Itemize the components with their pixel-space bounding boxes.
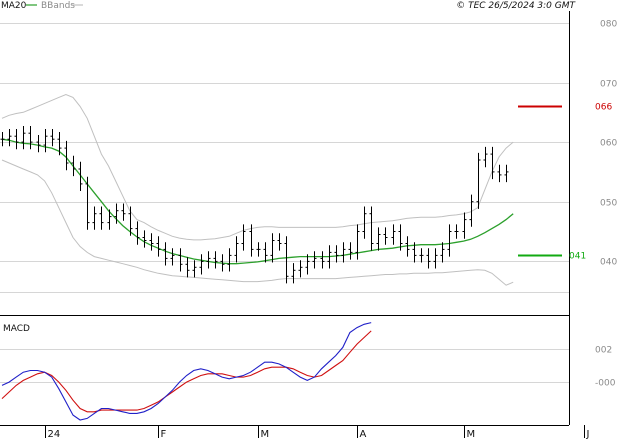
- macd-y-ticks: 002 -000: [595, 346, 616, 389]
- stock-chart: 080 070 060 050 040 002 -000 24 F M A M J 066 041 M…: [0, 1, 617, 440]
- macd-series-group: [1, 322, 372, 421]
- macd-label: MACD: [3, 324, 30, 334]
- x-tick-label: 24: [48, 429, 61, 440]
- bbands-legend-label: BBands: [41, 1, 75, 11]
- price-y-tick-label: 050: [600, 199, 617, 209]
- x-tick-label: A: [360, 429, 367, 440]
- resistance-label: 066: [595, 103, 612, 113]
- x-axis-ticks: 24 F M A M J: [45, 425, 590, 440]
- bbands-upper-line: [1, 93, 514, 241]
- copyright-text: © TEC 26/5/2024 3:0 GMT: [456, 1, 576, 11]
- macd-y-tick-label: 002: [595, 346, 612, 356]
- price-grid: [0, 23, 569, 293]
- level-lines: 066 041: [518, 103, 612, 262]
- price-y-tick-label: 070: [600, 80, 617, 90]
- price-y-tick-label: 040: [600, 258, 617, 268]
- price-series-group: [0, 93, 514, 286]
- macd-signal-line: [1, 330, 372, 413]
- support-label: 041: [569, 252, 586, 262]
- x-tick-label: M: [467, 429, 476, 440]
- bbands-lower-line: [1, 159, 514, 286]
- ma-legend-label: MA20: [1, 1, 27, 11]
- price-y-ticks: 080 070 060 050 040: [600, 20, 617, 268]
- price-y-tick-label: 080: [600, 20, 617, 30]
- x-tick-label: J: [586, 429, 590, 440]
- price-y-tick-label: 060: [600, 139, 617, 149]
- x-tick-label: F: [161, 429, 167, 440]
- x-tick-label: M: [261, 429, 270, 440]
- macd-line: [1, 322, 372, 421]
- macd-y-tick-label: -000: [595, 379, 616, 389]
